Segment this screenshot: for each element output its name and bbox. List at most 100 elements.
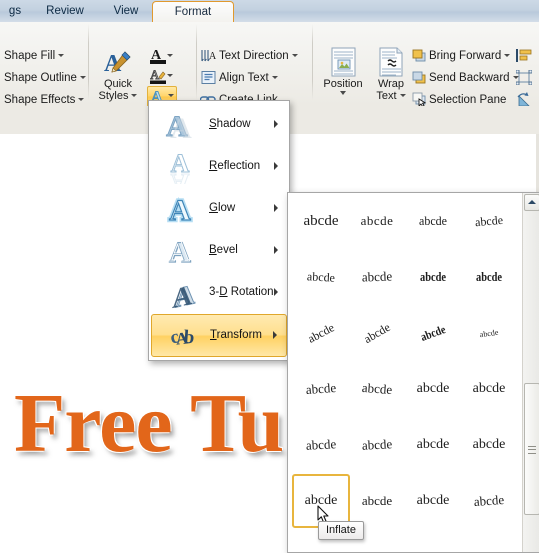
scroll-up-arrow-icon[interactable]	[524, 194, 539, 211]
menu-item-glow[interactable]: A A Glow	[151, 188, 287, 229]
position-label: Position	[318, 78, 368, 95]
menu-item-shadow-label: Shadow	[209, 118, 251, 130]
gallery-cell-deflate-b[interactable]: abcde	[462, 420, 516, 470]
quick-styles-button[interactable]: A Quick Styles	[92, 46, 144, 104]
svg-text:A: A	[170, 112, 192, 142]
ribbon-tab-strip: gs Review View Format	[0, 0, 539, 23]
gallery-cell-ring-outside[interactable]: abcde	[462, 252, 516, 302]
gallery-cell-inflate-bottom[interactable]: abcde	[406, 476, 460, 526]
shape-fill-button[interactable]: Shape Fill	[4, 50, 65, 62]
gallery-cell-circle[interactable]: abcde	[406, 308, 460, 358]
gallery-cell-can-down[interactable]: abcde	[462, 364, 516, 414]
menu-item-transform[interactable]: A b c Transform	[151, 314, 287, 357]
shape-fill-label: Shape Fill	[4, 50, 56, 62]
submenu-arrow-icon	[274, 120, 278, 128]
gallery-cell-deflate-bottom[interactable]: abcde	[462, 476, 516, 526]
align-text-button[interactable]: Align Text	[201, 71, 278, 84]
tab-format[interactable]: Format	[152, 1, 234, 23]
send-backward-label: Send Backward	[429, 72, 510, 84]
submenu-arrow-icon	[274, 246, 278, 254]
position-button[interactable]: Position	[318, 46, 368, 104]
chevron-down-icon	[79, 75, 86, 79]
svg-text:A: A	[171, 168, 190, 184]
text-outline-button[interactable]: A	[147, 66, 175, 85]
menu-item-reflection-label: Reflection	[209, 160, 261, 172]
text-direction-label: Text Direction	[219, 50, 289, 62]
gallery-cell-flat-normal[interactable]: abcde	[294, 196, 348, 246]
gallery-cell-triangle-up[interactable]: abcde	[406, 196, 460, 246]
text-fill-icon: A	[150, 46, 166, 68]
bring-forward-button[interactable]: Bring Forward	[412, 49, 511, 62]
menu-item-bevel[interactable]: A A Bevel	[151, 230, 287, 271]
svg-text:A: A	[168, 235, 190, 268]
tab-mailings[interactable]: gs	[0, 1, 30, 22]
chevron-down-icon[interactable]	[167, 54, 173, 57]
gallery-cell-can-up[interactable]: abcde	[406, 364, 460, 414]
text-fill-button[interactable]: A	[147, 46, 175, 65]
gallery-cell-arch-down[interactable]: abcde	[350, 308, 404, 358]
gallery-cell-inflate-b[interactable]: abcde	[406, 420, 460, 470]
svg-text:b: b	[183, 327, 195, 349]
wrap-text-button[interactable]: Wrap Text	[366, 46, 416, 104]
submenu-arrow-icon	[274, 162, 278, 170]
submenu-arrow-icon	[274, 204, 278, 212]
svg-text:A: A	[150, 67, 160, 82]
shape-effects-button[interactable]: Shape Effects	[4, 94, 85, 106]
rotation-3d-effect-icon: A A	[163, 276, 201, 315]
scroll-thumb[interactable]	[524, 383, 539, 515]
gallery-cell-curve-down[interactable]: abcde	[350, 364, 404, 414]
gallery-tooltip: Inflate	[318, 521, 364, 540]
gallery-cell-inflate-a[interactable]: abcde	[294, 420, 348, 470]
menu-item-reflection[interactable]: A A Reflection	[151, 146, 287, 198]
bring-forward-icon	[412, 48, 427, 66]
gallery-cell-triangle-down[interactable]: abcde	[462, 196, 516, 246]
gallery-scrollbar[interactable]	[522, 193, 539, 552]
text-direction-icon: A	[201, 48, 217, 66]
chevron-down-icon[interactable]	[167, 74, 173, 77]
wordart-object[interactable]: Free Tu	[14, 382, 284, 466]
menu-item-transform-label: Transform	[210, 329, 262, 341]
reflection-effect-icon: A A	[163, 149, 201, 198]
selection-pane-label: Selection Pane	[429, 94, 507, 106]
svg-text:A: A	[172, 280, 193, 310]
text-effects-menu: A A Shadow A A Reflection A A Glow A A B…	[148, 100, 290, 361]
gallery-cell-arch-up[interactable]: abcde	[294, 308, 348, 358]
text-direction-button[interactable]: A Text Direction	[201, 50, 298, 62]
transform-gallery-grid: abcde abcde abcde abcde abcde abcde abcd…	[288, 193, 521, 552]
gallery-cell-curve-up[interactable]: abcde	[294, 364, 348, 414]
chevron-down-icon	[399, 94, 406, 98]
menu-item-3d-rotation-label: 3-D Rotation	[209, 286, 274, 298]
gallery-cell-inflate-top[interactable]: abcde	[406, 532, 460, 552]
gallery-cell-deflate-a[interactable]: abcde	[350, 420, 404, 470]
wordart-quick-styles-icon: A	[103, 48, 133, 81]
gallery-cell-deflate[interactable]: abcde	[350, 476, 404, 526]
gallery-cell-button[interactable]: abcde	[462, 308, 516, 358]
bring-forward-label: Bring Forward	[429, 50, 502, 62]
svg-text:A: A	[209, 51, 216, 62]
shape-outline-label: Shape Outline	[4, 72, 77, 84]
gallery-cell-stop[interactable]: abcde	[350, 196, 404, 246]
gallery-cell-chevron-up[interactable]: abcde	[294, 252, 348, 302]
menu-item-shadow[interactable]: A A Shadow	[151, 104, 287, 145]
quick-styles-label: Quick Styles	[92, 78, 144, 102]
shape-outline-button[interactable]: Shape Outline	[4, 72, 86, 84]
chevron-down-icon	[291, 53, 298, 57]
align-objects-icon	[516, 48, 532, 66]
bevel-effect-icon: A A	[163, 234, 201, 270]
gallery-cell-ring-inside[interactable]: abcde	[406, 252, 460, 302]
chevron-down-icon	[271, 75, 278, 79]
glow-effect-icon: A A	[163, 192, 201, 230]
send-backward-button[interactable]: Send Backward	[412, 71, 519, 84]
tab-view[interactable]: View	[100, 1, 152, 22]
gallery-cell-deflate-top[interactable]: abcde	[462, 532, 516, 552]
submenu-arrow-icon	[273, 331, 277, 339]
chevron-down-icon[interactable]	[168, 94, 174, 97]
menu-item-3d-rotation[interactable]: A A 3-D Rotation	[151, 272, 287, 315]
gallery-cell-chevron-down[interactable]: abcde	[350, 252, 404, 302]
tab-review[interactable]: Review	[34, 1, 96, 22]
group-separator	[88, 24, 89, 100]
selection-pane-button[interactable]: Selection Pane	[412, 92, 507, 108]
chevron-down-icon	[340, 91, 346, 95]
svg-text:A: A	[169, 194, 191, 226]
chevron-down-icon	[58, 53, 65, 57]
